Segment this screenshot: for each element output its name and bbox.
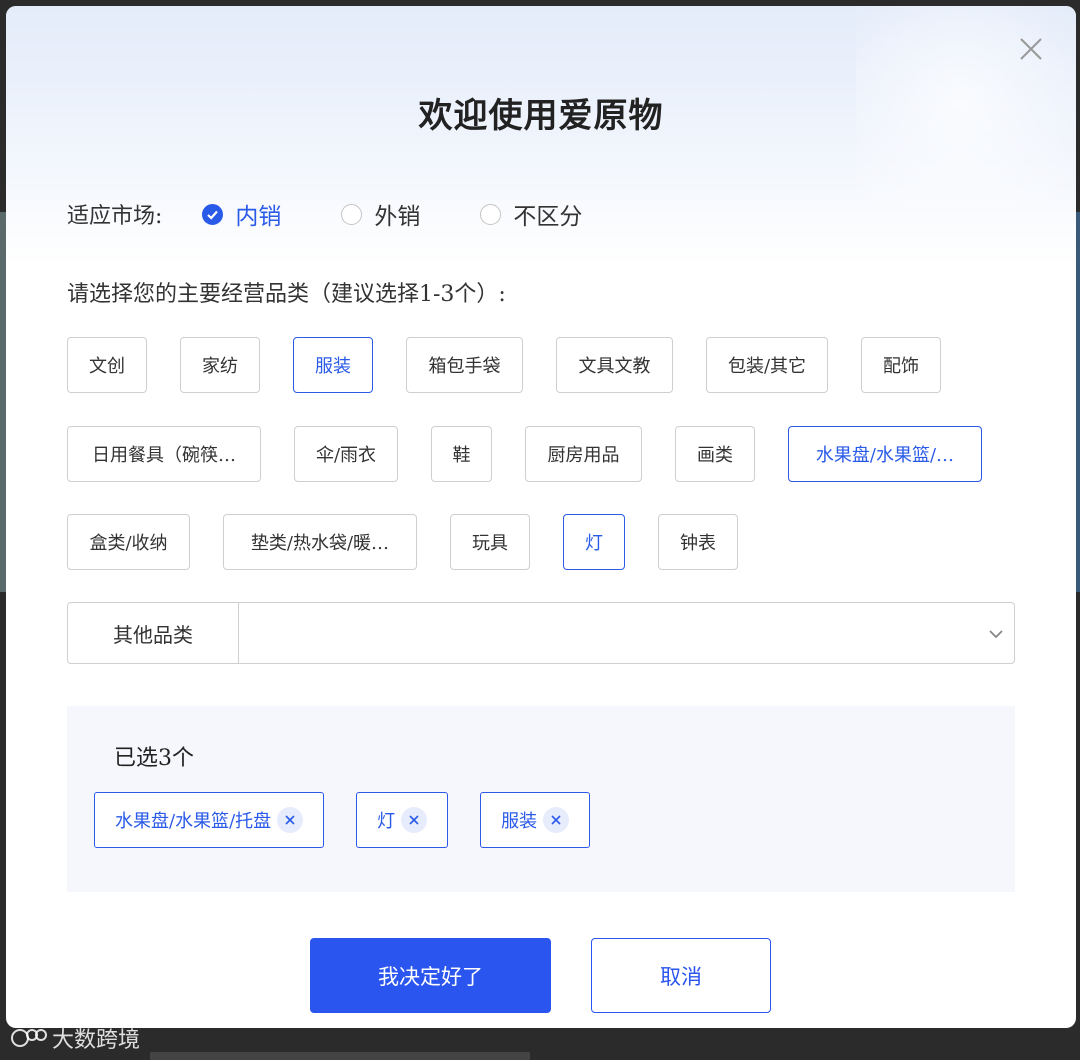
category-chip[interactable]: 包装/其它 bbox=[706, 337, 828, 393]
other-category-field: 其他品类 bbox=[67, 602, 1015, 664]
selected-tag-label: 灯 bbox=[377, 811, 396, 832]
category-heading: 请选择您的主要经营品类（建议选择1-3个）: bbox=[67, 282, 506, 307]
category-chip[interactable]: 文创 bbox=[67, 337, 147, 393]
close-icon bbox=[551, 815, 561, 825]
close-icon bbox=[1020, 38, 1042, 60]
selected-tag: 服装 bbox=[480, 792, 591, 848]
selected-tag-label: 水果盘/水果篮/托盘 bbox=[115, 811, 272, 832]
category-chip[interactable]: 钟表 bbox=[658, 514, 738, 570]
remove-tag-button[interactable] bbox=[543, 807, 570, 833]
category-chip[interactable]: 鞋 bbox=[431, 426, 492, 482]
remove-tag-button[interactable] bbox=[277, 807, 304, 833]
radio-unchecked-icon bbox=[341, 203, 363, 225]
other-category-label: 其他品类 bbox=[68, 603, 239, 663]
category-chip[interactable]: 水果盘/水果篮/… bbox=[788, 426, 982, 482]
radio-label: 内销 bbox=[235, 204, 282, 230]
market-radio-group: 适应市场: 内销 外销 不区分 bbox=[67, 196, 642, 232]
watermark: 大数跨境 bbox=[10, 1022, 140, 1054]
selected-tag: 灯 bbox=[356, 792, 449, 848]
cancel-button[interactable]: 取消 bbox=[591, 938, 771, 1013]
category-chip[interactable]: 日用餐具（碗筷… bbox=[67, 426, 261, 482]
close-button[interactable] bbox=[1016, 34, 1046, 64]
category-chip[interactable]: 配饰 bbox=[861, 337, 941, 393]
other-category-select[interactable] bbox=[239, 603, 1014, 663]
category-chip[interactable]: 家纺 bbox=[180, 337, 260, 393]
dialog-title: 欢迎使用爱原物 bbox=[418, 96, 664, 136]
selected-count: 已选3个 bbox=[114, 746, 194, 771]
category-chip[interactable]: 文具文教 bbox=[556, 337, 673, 393]
category-chip[interactable]: 灯 bbox=[563, 514, 625, 570]
selected-tags: 水果盘/水果篮/托盘 灯 服装 bbox=[94, 792, 622, 848]
radio-export[interactable]: 外销 bbox=[341, 197, 420, 231]
category-chip[interactable]: 服装 bbox=[293, 337, 373, 393]
confirm-button[interactable]: 我决定好了 bbox=[310, 938, 551, 1013]
selected-tag: 水果盘/水果篮/托盘 bbox=[94, 792, 325, 848]
welcome-dialog: 欢迎使用爱原物 适应市场: 内销 外销 不区分 请选择您的主要经营品类（建议选择… bbox=[6, 6, 1076, 1028]
category-row-3: 盒类/收纳 垫类/热水袋/暖… 玩具 灯 钟表 bbox=[67, 514, 738, 570]
market-label: 适应市场: bbox=[67, 204, 163, 229]
radio-unchecked-icon bbox=[480, 203, 502, 225]
backdrop-bottom bbox=[150, 1052, 530, 1060]
category-row-2: 日用餐具（碗筷… 伞/雨衣 鞋 厨房用品 画类 水果盘/水果篮/… bbox=[67, 426, 982, 482]
category-chip[interactable]: 盒类/收纳 bbox=[67, 514, 190, 570]
remove-tag-button[interactable] bbox=[401, 807, 428, 833]
category-row-1: 文创 家纺 服装 箱包手袋 文具文教 包装/其它 配饰 bbox=[67, 337, 941, 393]
close-icon bbox=[409, 815, 419, 825]
category-chip[interactable]: 垫类/热水袋/暖… bbox=[223, 514, 417, 570]
watermark-text: 大数跨境 bbox=[52, 1028, 141, 1053]
category-chip[interactable]: 伞/雨衣 bbox=[294, 426, 398, 482]
watermark-logo-icon bbox=[11, 1029, 47, 1047]
radio-checked-icon bbox=[202, 203, 224, 225]
category-chip[interactable]: 箱包手袋 bbox=[406, 337, 523, 393]
radio-label: 外销 bbox=[374, 204, 421, 230]
radio-label: 不区分 bbox=[513, 204, 583, 230]
category-chip[interactable]: 玩具 bbox=[450, 514, 530, 570]
selected-panel: 已选3个 水果盘/水果篮/托盘 灯 服装 bbox=[67, 706, 1015, 892]
chevron-down-icon bbox=[989, 630, 1003, 639]
category-chip[interactable]: 画类 bbox=[675, 426, 755, 482]
selected-tag-label: 服装 bbox=[501, 811, 538, 832]
close-icon bbox=[285, 815, 295, 825]
radio-no-distinction[interactable]: 不区分 bbox=[480, 197, 582, 231]
category-chip[interactable]: 厨房用品 bbox=[525, 426, 642, 482]
radio-domestic[interactable]: 内销 bbox=[202, 197, 281, 231]
